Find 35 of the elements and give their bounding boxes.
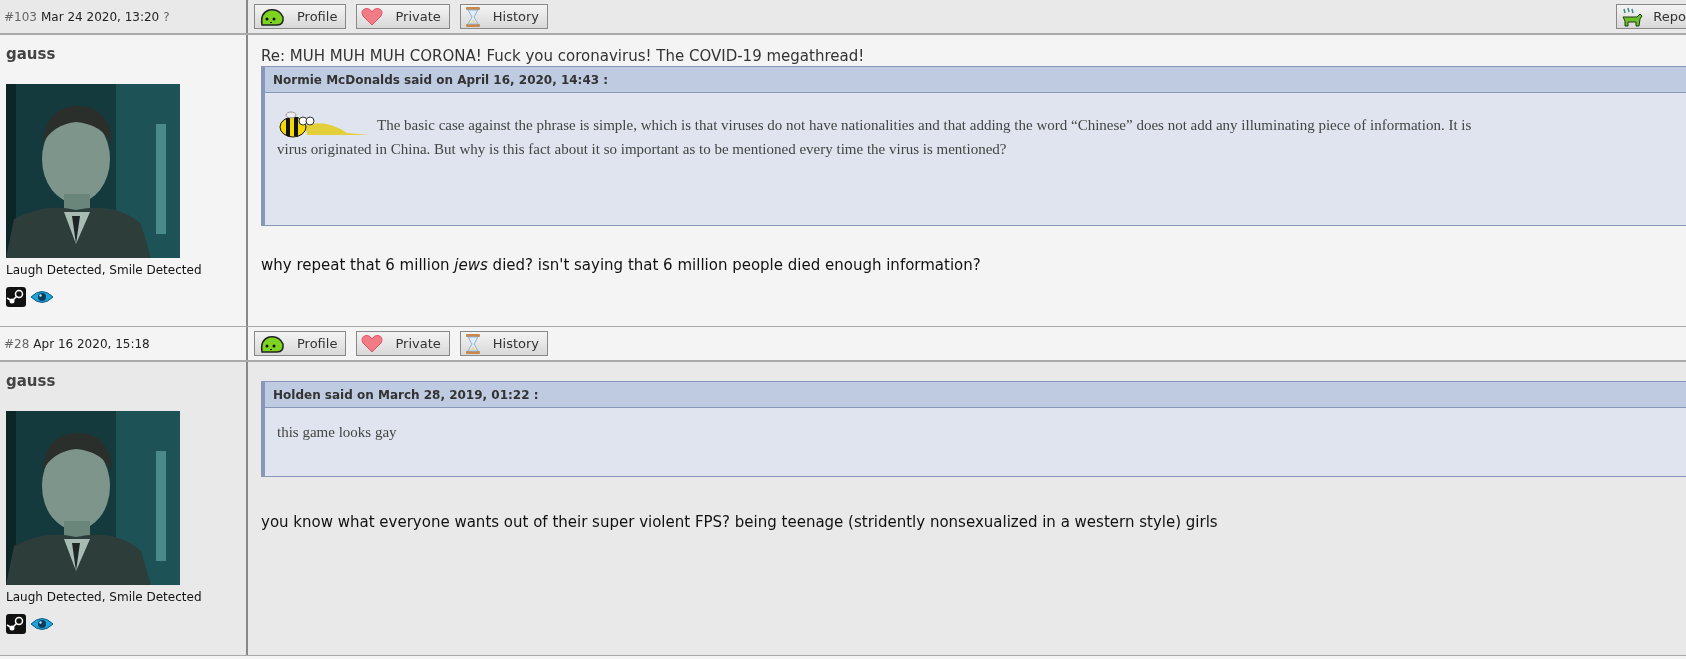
quote-header: Normie McDonalds said on April 16, 2020, 14:43 : — [273, 71, 609, 89]
profile-button[interactable]: Profile — [254, 331, 347, 356]
private-button[interactable]: Private — [356, 331, 450, 356]
author-name[interactable]: gauss — [6, 370, 246, 393]
heart-icon — [361, 7, 384, 26]
author-name[interactable]: gauss — [6, 43, 246, 66]
slime-icon — [259, 333, 285, 354]
quote-text: The basic case against the phrase is simple, which is that viruses do not have nationalities and that adding the word “Chinese” does not add any illuminating piece of information. It is — [377, 116, 1472, 135]
hourglass-icon — [464, 332, 481, 355]
profile-button[interactable]: Profile — [254, 4, 347, 29]
eye-icon — [30, 288, 54, 305]
post-title: Re: MUH MUH MUH CORONA! Fuck you coronavirus! The COVID-19 megathread! — [261, 47, 866, 65]
slime-icon — [259, 6, 285, 27]
help-mark[interactable]: ? — [163, 7, 170, 26]
report-button[interactable]: Repo — [1616, 4, 1686, 29]
user-caption: Laugh Detected, Smile Detected — [6, 588, 203, 606]
history-button[interactable]: History — [459, 331, 548, 356]
post-text: why repeat that 6 million jews died? isn't saying that 6 million people died enough information? — [261, 255, 982, 276]
private-button[interactable]: Private — [356, 4, 450, 29]
user-caption: Laugh Detected, Smile Detected — [6, 261, 203, 279]
quote-text: this game looks gay — [277, 423, 397, 442]
post-date: Apr 16 2020, 15:18 — [33, 335, 150, 353]
post-number: #28 — [4, 335, 30, 353]
hourglass-icon — [464, 5, 481, 28]
post-date: Mar 24 2020, 13:20 — [40, 8, 160, 26]
post-text: you know what everyone wants out of their super violent FPS? being teenage (stridently nonsexualized in a western style) girls — [261, 512, 1219, 533]
dog-icon — [1621, 6, 1644, 27]
quote-text: virus originated in China. But why is this fact about it so important as to be mentioned every time the virus is mentioned? — [277, 140, 1007, 159]
steam-icon — [6, 286, 26, 307]
history-button[interactable]: History — [459, 4, 548, 29]
quote-header: Holden said on March 28, 2019, 01:22 : — [273, 386, 539, 404]
post-number: #103 — [4, 8, 37, 26]
eye-icon — [30, 615, 54, 632]
steam-icon — [6, 613, 26, 634]
heart-icon — [361, 334, 384, 353]
